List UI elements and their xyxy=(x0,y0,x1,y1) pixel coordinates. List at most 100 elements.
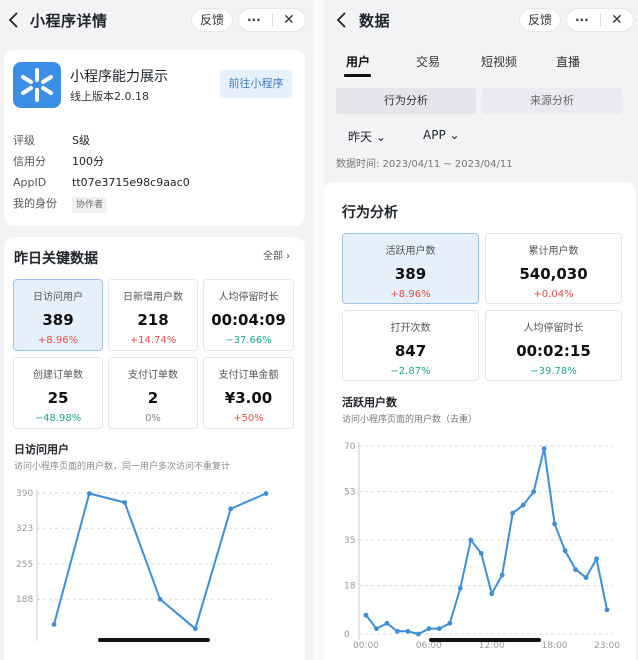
kpi-card-opens[interactable]: 打开次数 847 −2.87% xyxy=(342,310,479,381)
more-icon[interactable]: ··· xyxy=(247,13,261,27)
sparkle-icon xyxy=(21,68,53,102)
kpi-card-orders-paid[interactable]: 支付订单数 2 0% xyxy=(108,357,198,429)
tab-short-video[interactable]: 短视频 xyxy=(481,53,517,70)
data-point xyxy=(583,575,589,580)
y-tick-label: 255 xyxy=(16,560,33,570)
app-version: 线上版本2.0.18 xyxy=(70,90,149,103)
data-point xyxy=(447,620,453,626)
kpi-card-avg-stay[interactable]: 人均停留时长 00:04:09 −37.66% xyxy=(203,279,294,351)
go-to-miniapp-button[interactable]: 前往小程序 xyxy=(220,70,292,98)
data-point xyxy=(363,612,369,618)
kpi-value: 389 xyxy=(42,311,74,329)
data-point xyxy=(395,628,400,634)
credit-value: 100分 xyxy=(72,155,104,168)
tab-live[interactable]: 直播 xyxy=(556,53,580,70)
app-info-card: 小程序能力展示 线上版本2.0.18 前往小程序 评级 信用分 AppID 我的… xyxy=(4,50,305,226)
series-line xyxy=(365,448,608,636)
data-point xyxy=(594,556,599,562)
date-filter[interactable]: 昨天 ⌄ xyxy=(348,128,386,145)
kpi-change: 0% xyxy=(145,413,161,424)
kpi-label: 打开次数 xyxy=(390,323,431,334)
left-nav-bar: 小程序详情 反馈 ··· ✕ xyxy=(0,0,313,42)
kpi-label: 支付订单金额 xyxy=(218,370,279,381)
daily-visitors-chart[interactable]: 390 323 255 188 xyxy=(4,481,305,660)
kpi-card-active-users[interactable]: 活跃用户数 389 +8.96% xyxy=(342,233,479,304)
kpi-change: +8.96% xyxy=(37,335,79,346)
chart-title: 活跃用户数 xyxy=(342,396,397,409)
right-nav-bar: 数据 反馈 ··· ✕ xyxy=(324,0,638,42)
behavior-card: 行为分析 活跃用户数 389 +8.96% 累计用户数 540,030 +0.0… xyxy=(324,182,636,660)
kpi-label: 日访问用户 xyxy=(33,292,83,303)
info-label: 我的身份 xyxy=(13,197,57,210)
x-tick-label: 06:00 xyxy=(416,641,442,651)
kpi-change: +0.04% xyxy=(533,289,574,300)
kpi-card-orders-created[interactable]: 创建订单数 25 −48.98% xyxy=(13,357,103,429)
kpi-value: 540,030 xyxy=(519,265,588,283)
more-button[interactable]: ··· ✕ xyxy=(238,8,306,32)
data-point xyxy=(426,626,432,632)
tab-users[interactable]: 用户 xyxy=(346,53,370,70)
kpi-card-daily-visitors[interactable]: 日访问用户 389 +8.96% xyxy=(13,279,103,351)
data-point xyxy=(436,626,442,632)
chart-title: 日访问用户 xyxy=(14,443,69,456)
kpi-card-avg-stay[interactable]: 人均停留时长 00:02:15 −39.78% xyxy=(485,310,622,381)
kpi-card-paid-amount[interactable]: 支付订单金额 ¥3.00 +50% xyxy=(203,357,294,429)
kpi-label: 创建订单数 xyxy=(33,370,83,381)
back-arrow-icon[interactable] xyxy=(6,10,22,30)
chart-subtitle: 访问小程序页面的用户数（去重） xyxy=(342,415,478,425)
kpi-value: 00:04:09 xyxy=(211,311,286,329)
kpi-label: 人均停留时长 xyxy=(218,292,279,303)
data-point xyxy=(478,551,484,556)
y-tick-label: 53 xyxy=(344,488,355,498)
kpi-change: −2.87% xyxy=(390,366,431,377)
page-title: 小程序详情 xyxy=(30,12,108,30)
series-line xyxy=(53,492,267,631)
kpi-label: 支付订单数 xyxy=(128,370,178,381)
capsule-divider xyxy=(600,13,601,27)
close-icon[interactable]: ✕ xyxy=(283,9,295,31)
kpi-change: +50% xyxy=(233,413,264,424)
y-tick-label: 323 xyxy=(16,524,33,534)
close-icon[interactable]: ✕ xyxy=(611,9,623,31)
data-point xyxy=(468,537,474,543)
feedback-button[interactable]: 反馈 xyxy=(191,8,233,32)
segment-behavior[interactable]: 行为分析 xyxy=(336,88,476,114)
more-icon[interactable]: ··· xyxy=(575,13,589,27)
more-button[interactable]: ··· ✕ xyxy=(566,8,634,32)
back-arrow-icon[interactable] xyxy=(334,10,350,30)
y-tick-label: 35 xyxy=(344,536,355,546)
home-indicator xyxy=(429,638,541,642)
kpi-value: 389 xyxy=(394,265,427,283)
data-point xyxy=(457,585,463,591)
app-logo xyxy=(13,62,61,108)
y-tick-label: 390 xyxy=(16,489,33,499)
platform-filter[interactable]: APP ⌄ xyxy=(423,128,460,142)
kpi-change: +14.74% xyxy=(129,335,177,346)
data-time: 数据时间: 2023/04/11 ~ 2023/04/11 xyxy=(336,159,513,170)
kpi-value: 25 xyxy=(47,389,69,407)
kpi-value: ¥3.00 xyxy=(224,389,273,407)
tab-trade[interactable]: 交易 xyxy=(416,53,440,70)
data-point xyxy=(499,572,505,578)
kpi-label: 人均停留时长 xyxy=(523,323,584,334)
x-tick-label: 18:00 xyxy=(542,641,568,651)
y-tick-label: 70 xyxy=(344,442,356,452)
feedback-button[interactable]: 反馈 xyxy=(519,8,561,32)
data-point xyxy=(552,521,558,527)
kpi-card-total-users[interactable]: 累计用户数 540,030 +0.04% xyxy=(485,233,622,304)
view-all-link[interactable]: 全部 › xyxy=(263,247,290,262)
data-point xyxy=(228,506,234,512)
active-users-chart[interactable]: 70 53 35 18 000:00 06:00 12:00 18:00 23:00 xyxy=(324,434,636,660)
data-point xyxy=(122,500,128,505)
data-point xyxy=(510,510,516,516)
data-point xyxy=(573,567,578,572)
x-tick-label: 00:00 xyxy=(353,641,379,651)
rating-value: S级 xyxy=(72,134,90,147)
segment-source[interactable]: 来源分析 xyxy=(482,88,622,114)
kpi-label: 累计用户数 xyxy=(528,246,579,257)
x-tick-label: 23:00 xyxy=(594,641,620,651)
data-point xyxy=(541,446,547,452)
data-point xyxy=(263,491,269,496)
info-label: 评级 xyxy=(13,134,35,147)
kpi-card-new-users[interactable]: 日新增用户数 218 +14.74% xyxy=(108,279,198,351)
